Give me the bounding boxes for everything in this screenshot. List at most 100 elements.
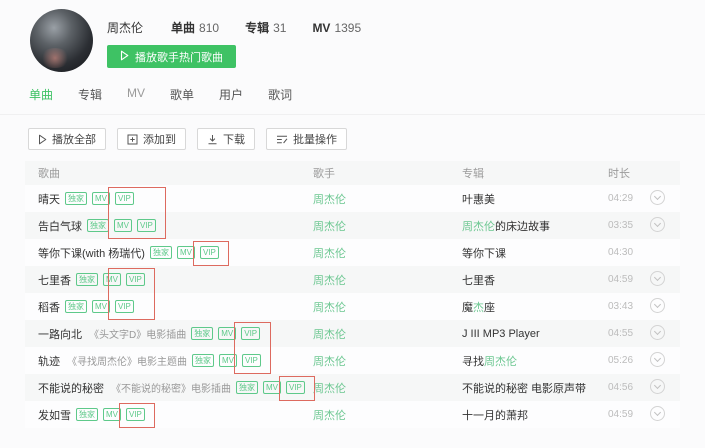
song-title-link[interactable]: 等你下课(with 杨瑞代) (38, 245, 145, 261)
play-hot-songs-button[interactable]: 播放歌手热门歌曲 (107, 45, 236, 68)
album-link[interactable]: J III MP3 Player (462, 328, 608, 340)
table-row: 晴天 独家 MV VIP 周杰伦 叶惠美 04:29 (25, 185, 680, 212)
chevron-down-circle-icon[interactable] (650, 189, 665, 205)
stat-albums-label: 专辑 (245, 21, 270, 35)
tab-users[interactable]: 用户 (219, 86, 243, 103)
mv-badge: MV (218, 327, 237, 340)
artist-link[interactable]: 周杰伦 (313, 302, 346, 314)
song-title-link[interactable]: 发如雪 (38, 407, 71, 423)
chevron-down-circle-icon[interactable] (650, 270, 665, 286)
album-link[interactable]: 十一月的萧邦 (462, 407, 608, 423)
table-row: 发如雪 独家 MV VIP 周杰伦 十一月的萧邦 04:59 (25, 401, 680, 428)
artist-link[interactable]: 周杰伦 (313, 221, 346, 233)
tab-playlists[interactable]: 歌单 (170, 86, 194, 103)
album-link[interactable]: 不能说的秘密 电影原声带 (462, 380, 608, 396)
mv-badge: MV (92, 300, 110, 313)
tab-singles[interactable]: 单曲 (29, 86, 53, 103)
artist-cell: 周杰伦 (313, 218, 462, 234)
stat-albums: 专辑 31 (245, 19, 286, 36)
artist-cell: 周杰伦 (313, 191, 462, 207)
duration: 05:26 (608, 355, 634, 366)
download-label: 下载 (223, 134, 245, 146)
artist-link[interactable]: 周杰伦 (313, 383, 346, 395)
album-text-suffix: 座 (484, 301, 495, 314)
album-link[interactable]: 周杰伦的床边故事 (462, 218, 608, 234)
play-icon (38, 134, 47, 145)
song-table: 歌曲 歌手 专辑 时长 晴天 独家 MV VIP 周杰伦 叶惠美 04:29 告… (25, 161, 680, 428)
exclusive-badge: 独家 (87, 219, 109, 232)
mv-badge: MV (219, 354, 237, 367)
more-cell (650, 189, 680, 208)
table-row: 一路向北 《头文字D》电影插曲 独家 MV VIP 周杰伦 J III MP3 … (25, 320, 680, 347)
album-link[interactable]: 魔杰座 (462, 299, 608, 315)
more-cell (650, 378, 680, 397)
album-text: 寻找 (462, 355, 484, 368)
song-title-link[interactable]: 稻香 (38, 299, 60, 315)
mv-badge: MV (92, 192, 110, 205)
song-title-link[interactable]: 晴天 (38, 191, 60, 207)
artist-link[interactable]: 周杰伦 (313, 275, 346, 287)
song-title-link[interactable]: 轨迹 (38, 353, 60, 369)
song-title-link[interactable]: 告白气球 (38, 218, 82, 234)
song-cell: 等你下课(with 杨瑞代) 独家 MV VIP (25, 245, 313, 261)
artist-cell: 周杰伦 (313, 353, 462, 369)
album-link[interactable]: 七里香 (462, 272, 608, 288)
song-cell: 一路向北 《头文字D》电影插曲 独家 MV VIP (25, 326, 313, 342)
artist-link[interactable]: 周杰伦 (313, 410, 346, 422)
play-all-button[interactable]: 播放全部 (28, 128, 106, 150)
chevron-down-circle-icon[interactable] (650, 324, 665, 340)
more-cell (650, 297, 680, 316)
add-to-button[interactable]: 添加到 (117, 128, 186, 150)
more-cell (650, 244, 680, 262)
album-text: J III MP3 Player (462, 327, 540, 340)
song-cell: 晴天 独家 MV VIP (25, 191, 313, 207)
album-link[interactable]: 等你下课 (462, 245, 608, 261)
artist-link[interactable]: 周杰伦 (313, 329, 346, 341)
chevron-down-circle-icon[interactable] (650, 351, 665, 367)
col-song: 歌曲 (38, 168, 60, 180)
song-subtitle: 《头文字D》电影插曲 (89, 330, 187, 341)
chevron-down-circle-icon[interactable] (650, 405, 665, 421)
tab-albums[interactable]: 专辑 (78, 86, 102, 103)
add-to-label: 添加到 (143, 134, 176, 146)
song-title-link[interactable]: 不能说的秘密 (38, 380, 104, 396)
artist-link[interactable]: 周杰伦 (313, 248, 346, 260)
tab-mv[interactable]: MV (127, 86, 145, 103)
duration: 04:59 (608, 409, 634, 420)
artist-avatar[interactable] (30, 9, 93, 72)
album-link[interactable]: 寻找周杰伦 (462, 353, 608, 369)
mv-badge: MV (114, 219, 132, 232)
album-link[interactable]: 叶惠美 (462, 191, 608, 207)
col-album: 专辑 (462, 168, 484, 180)
artist-cell: 周杰伦 (313, 272, 462, 288)
mv-badge: MV (103, 273, 121, 286)
chevron-down-circle-icon[interactable] (650, 297, 665, 313)
album-highlight: 周杰伦 (462, 220, 495, 233)
exclusive-badge: 独家 (65, 300, 87, 313)
song-cell: 告白气球 独家 MV VIP (25, 218, 313, 234)
duration: 03:43 (608, 301, 634, 312)
vip-badge: VIP (241, 327, 261, 340)
song-title-link[interactable]: 七里香 (38, 272, 71, 288)
stat-singles: 单曲 810 (171, 19, 219, 36)
artist-link[interactable]: 周杰伦 (313, 356, 346, 368)
download-button[interactable]: 下载 (197, 128, 255, 150)
artist-link[interactable]: 周杰伦 (313, 194, 346, 206)
album-text: 魔 (462, 301, 473, 314)
exclusive-badge: 独家 (76, 408, 98, 421)
stat-singles-label: 单曲 (171, 21, 196, 35)
tab-lyrics[interactable]: 歌词 (268, 86, 292, 103)
song-title-link[interactable]: 一路向北 (38, 326, 82, 342)
exclusive-badge: 独家 (192, 354, 214, 367)
song-subtitle: 《寻找周杰伦》电影主题曲 (67, 357, 187, 368)
search-category-tabs: 单曲 专辑 MV 歌单 用户 歌词 (0, 72, 705, 115)
chevron-down-circle-icon[interactable] (650, 378, 665, 394)
table-row: 告白气球 独家 MV VIP 周杰伦 周杰伦的床边故事 03:35 (25, 212, 680, 239)
add-to-icon (127, 134, 138, 145)
duration: 04:29 (608, 193, 634, 204)
batch-operations-button[interactable]: 批量操作 (266, 128, 347, 150)
more-cell (650, 351, 680, 370)
chevron-down-circle-icon[interactable] (650, 216, 665, 232)
vip-badge: VIP (137, 219, 156, 232)
mv-badge: MV (103, 408, 121, 421)
